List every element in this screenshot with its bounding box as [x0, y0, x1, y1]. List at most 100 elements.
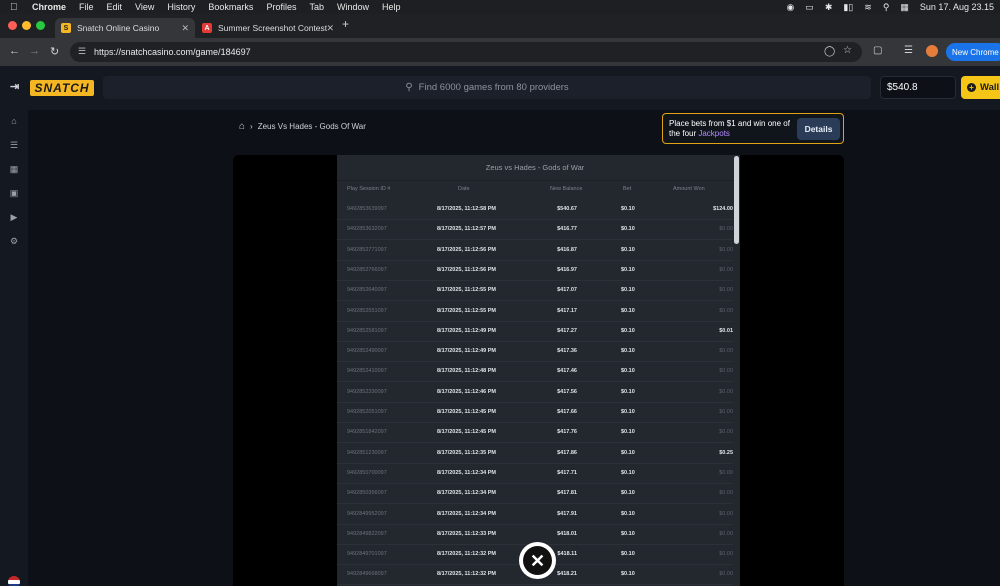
balance-cell: $540.67 [557, 206, 577, 212]
macos-menubar:  Chrome File Edit View History Bookmark… [0, 0, 1000, 14]
apple-icon[interactable]:  [10, 2, 20, 13]
jackpot-details-button[interactable]: Details [797, 118, 840, 140]
bet-cell: $0.10 [621, 571, 635, 578]
balance-cell: $417.27 [557, 327, 577, 334]
expand-sidebar-icon[interactable]: ⇥ [10, 80, 19, 93]
home-nav-icon[interactable]: ⌂ [9, 116, 19, 126]
menu-bookmarks[interactable]: Bookmarks [208, 2, 253, 12]
eye-off-icon[interactable]: ◯ [824, 46, 835, 57]
minimize-window-button[interactable] [22, 21, 31, 30]
menu-help[interactable]: Help [382, 2, 401, 12]
menu-window[interactable]: Window [337, 2, 369, 12]
media-icon[interactable]: ☰ [904, 45, 913, 56]
history-title: Zeus vs Hades - Gods of War [337, 155, 733, 181]
date-cell: 8/17/2025, 11:12:55 PM [437, 307, 497, 314]
date-cell: 8/17/2025, 11:12:32 PM [437, 551, 497, 558]
new-chrome-button[interactable]: New Chrome [946, 43, 1000, 61]
balance-cell: $417.46 [557, 368, 577, 375]
plus-icon: + [967, 83, 976, 92]
date-cell: 8/17/2025, 11:12:48 PM [437, 368, 497, 375]
settings-icon[interactable]: ⚙ [9, 236, 19, 246]
session-id-cell: 9492852640097 [347, 287, 387, 294]
wallet-button[interactable]: + Wall [961, 76, 1000, 99]
menu-file[interactable]: File [79, 2, 94, 12]
bluetooth-icon[interactable]: ✱ [825, 2, 833, 13]
slots-icon[interactable]: ▣ [9, 188, 19, 198]
site-info-icon[interactable]: ☰ [78, 46, 86, 57]
control-center-icon[interactable]: ▦ [900, 2, 909, 13]
date-cell: 8/17/2025, 11:12:32 PM [437, 571, 497, 578]
bet-cell: $0.10 [621, 490, 635, 497]
amount-won-cell: $0.00 [719, 368, 733, 375]
menu-tab[interactable]: Tab [309, 2, 324, 12]
history-row: 9492852766097 8/17/2025, 11:12:56 PM $416.… [337, 261, 733, 281]
bet-cell: $0.10 [621, 368, 635, 375]
session-id-cell: 9492853639097 [347, 206, 387, 212]
amount-won-cell: $124.00 [713, 206, 733, 212]
jackpot-banner: Place bets from $1 and win one of the fo… [662, 113, 844, 144]
reload-icon[interactable]: ↻ [50, 45, 59, 58]
clock[interactable]: Sun 17. Aug 23.15 [920, 2, 994, 12]
session-id-cell: 9492852766097 [347, 266, 387, 273]
promotions-icon[interactable]: ☰ [9, 140, 19, 150]
amount-won-cell: $0.00 [719, 571, 733, 578]
tab-screenshot-contest[interactable]: A Summer Screenshot Contest ✕ [196, 18, 340, 38]
spotlight-icon[interactable]: ⚲ [883, 2, 890, 13]
col-header-date: Date [458, 186, 470, 192]
snatch-logo[interactable]: SNATCH [30, 80, 94, 96]
close-icon[interactable]: ✕ [326, 23, 334, 34]
battery-icon[interactable]: ▮▯ [843, 2, 853, 13]
session-id-cell: 9492851230097 [347, 449, 387, 456]
menu-view[interactable]: View [135, 2, 154, 12]
history-scrollbar[interactable] [734, 156, 739, 244]
new-tab-icon[interactable]: + [342, 17, 349, 31]
tab-snatch[interactable]: S Snatch Online Casino ✕ [55, 18, 195, 38]
game-search[interactable]: ⚲ Find 6000 games from 80 providers [103, 76, 871, 99]
search-placeholder: Find 6000 games from 80 providers [418, 82, 569, 93]
balance-cell: $416.87 [557, 246, 577, 253]
date-cell: 8/17/2025, 11:12:34 PM [437, 490, 497, 497]
col-header-amount-won: Amount Won [673, 186, 705, 192]
extensions-icon[interactable]: ▢ [873, 45, 882, 56]
bookmark-star-icon[interactable]: ☆ [843, 45, 852, 56]
menu-history[interactable]: History [167, 2, 195, 12]
back-icon[interactable]: ← [9, 45, 20, 57]
forward-icon[interactable]: → [29, 45, 40, 57]
menu-edit[interactable]: Edit [107, 2, 123, 12]
amount-won-cell: $0.00 [719, 530, 733, 537]
screen-icon[interactable]: ▭ [805, 2, 814, 13]
close-icon[interactable]: ✕ [181, 23, 189, 34]
tab-strip: S Snatch Online Casino ✕ A Summer Screen… [0, 14, 1000, 38]
address-bar[interactable]: ☰ https://snatchcasino.com/game/184697 [70, 42, 862, 62]
game-history-panel: Zeus vs Hades - Gods of War Play Session… [337, 155, 740, 586]
balance-display[interactable]: $540.8 [880, 76, 956, 99]
date-cell: 8/17/2025, 11:12:49 PM [437, 348, 497, 355]
session-id-cell: 9492849701097 [347, 551, 387, 558]
zoom-window-button[interactable] [36, 21, 45, 30]
close-history-button[interactable]: ✕ [519, 542, 556, 579]
balance-cell: $417.36 [557, 348, 577, 355]
amount-won-cell: $0.00 [719, 307, 733, 314]
home-icon[interactable]: ⌂ [239, 121, 245, 132]
history-row: 9492851230097 8/17/2025, 11:12:35 PM $417.… [337, 444, 733, 464]
menu-app[interactable]: Chrome [32, 2, 66, 12]
bet-cell: $0.10 [621, 449, 635, 456]
balance-cell: $416.97 [557, 266, 577, 273]
menu-profiles[interactable]: Profiles [266, 2, 296, 12]
live-casino-icon[interactable]: ▶ [9, 212, 19, 222]
history-row: 9492852410097 8/17/2025, 11:12:48 PM $417.… [337, 362, 733, 383]
date-cell: 8/17/2025, 11:12:46 PM [437, 388, 497, 395]
language-flag-icon[interactable] [8, 576, 20, 586]
record-icon[interactable]: ◉ [786, 2, 794, 13]
categories-icon[interactable]: ▦ [9, 164, 19, 174]
history-row: 9492851842097 8/17/2025, 11:12:45 PM $417.… [337, 423, 733, 444]
date-cell: 8/17/2025, 11:12:57 PM [437, 226, 497, 233]
wifi-icon[interactable]: ≋ [864, 2, 872, 13]
session-id-cell: 9492853632097 [347, 226, 387, 233]
balance-cell: $417.71 [557, 469, 577, 476]
profile-avatar[interactable] [926, 45, 938, 57]
breadcrumb-game[interactable]: Zeus Vs Hades - Gods Of War [258, 122, 366, 131]
amount-won-cell: $0.00 [719, 551, 733, 558]
snatch-favicon: S [61, 23, 71, 33]
close-window-button[interactable] [8, 21, 17, 30]
